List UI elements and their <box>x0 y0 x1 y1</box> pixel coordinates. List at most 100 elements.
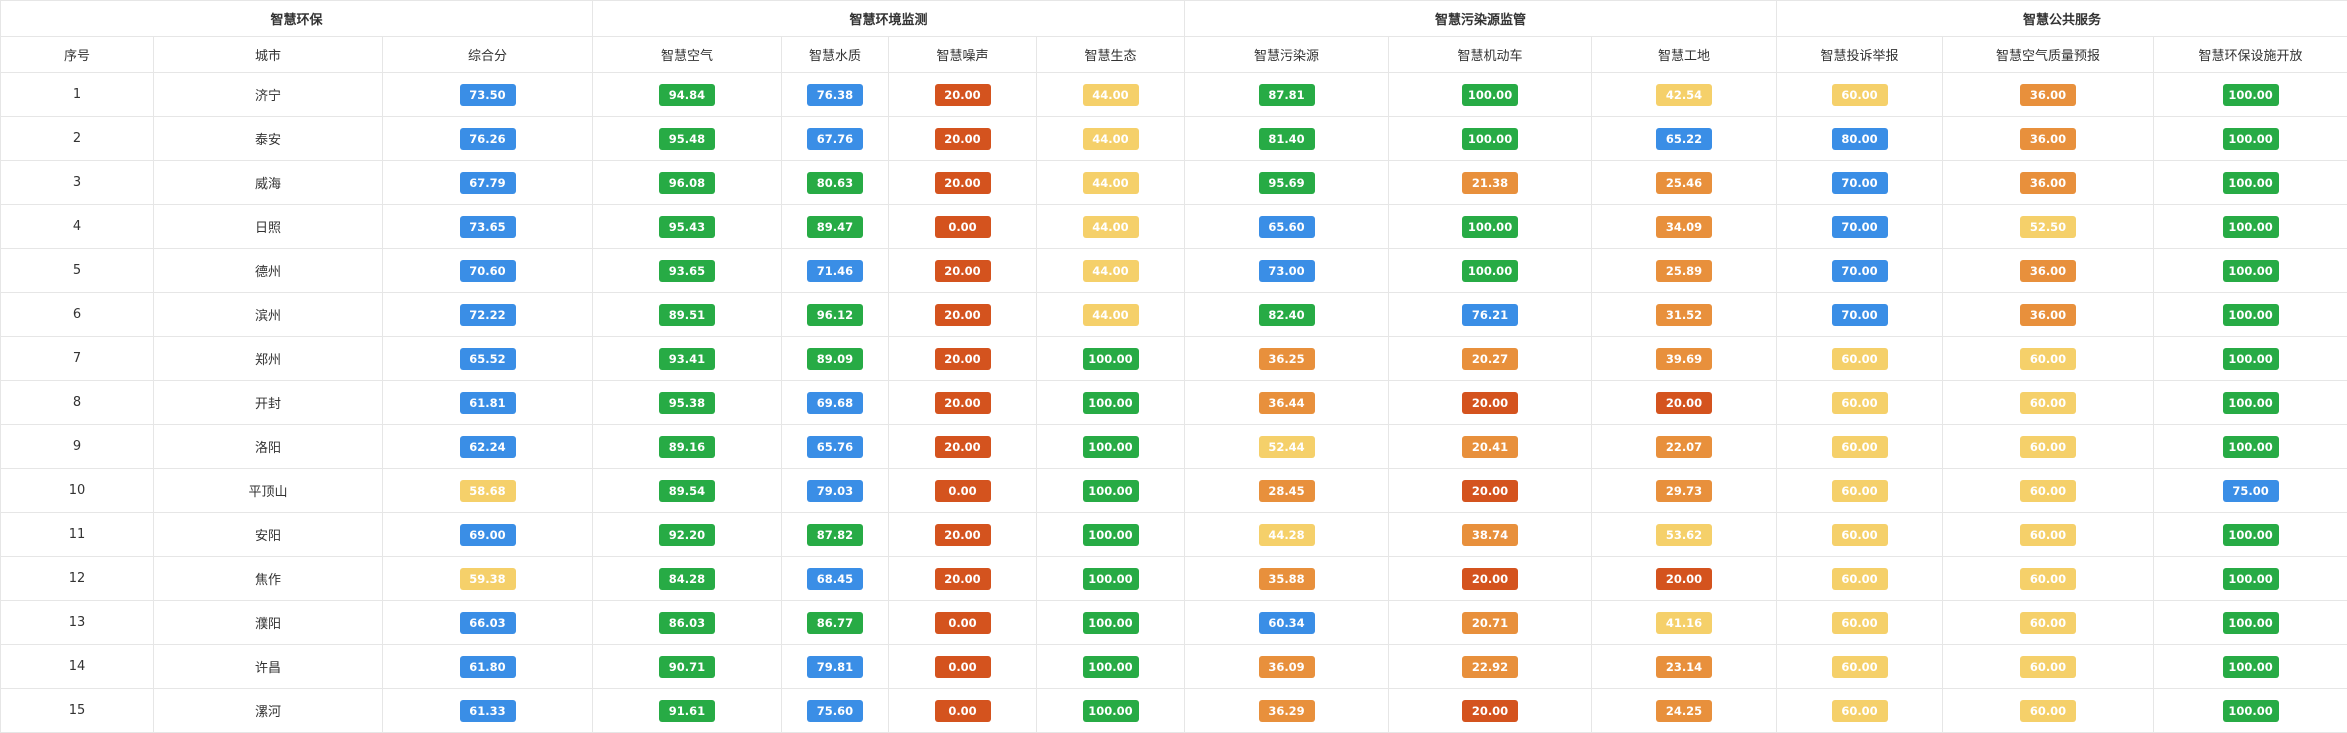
score-cell: 60.00 <box>1776 468 1944 513</box>
score-cell: 79.81 <box>781 644 889 689</box>
score-cell: 73.65 <box>382 204 593 249</box>
score-badge: 89.47 <box>807 215 863 238</box>
column-header[interactable]: 智慧投诉举报 <box>1776 36 1944 73</box>
score-badge: 89.51 <box>659 303 715 326</box>
score-cell: 70.00 <box>1776 160 1944 205</box>
column-header[interactable]: 智慧水质 <box>781 36 889 73</box>
score-badge: 0.00 <box>934 215 991 238</box>
column-header[interactable]: 智慧污染源 <box>1184 36 1390 73</box>
score-cell: 76.38 <box>781 72 889 117</box>
score-cell: 60.00 <box>1942 644 2155 689</box>
row-number: 2 <box>0 116 154 161</box>
score-cell: 94.84 <box>592 72 782 117</box>
score-cell: 24.25 <box>1591 688 1778 733</box>
score-cell: 100.00 <box>1035 644 1186 689</box>
score-cell: 0.00 <box>888 644 1037 689</box>
score-cell: 36.25 <box>1184 336 1390 381</box>
group-header: 智慧环境监测 <box>591 0 1186 37</box>
column-header[interactable]: 智慧机动车 <box>1388 36 1593 73</box>
column-header[interactable]: 智慧生态 <box>1035 36 1186 73</box>
score-badge: 36.00 <box>2020 127 2077 150</box>
score-cell: 100.00 <box>2153 556 2347 601</box>
score-badge: 20.41 <box>1462 435 1519 458</box>
score-badge: 100.00 <box>2222 391 2279 414</box>
score-badge: 20.00 <box>1656 567 1713 590</box>
score-cell: 60.00 <box>1942 380 2155 425</box>
score-cell: 20.00 <box>1388 380 1593 425</box>
score-cell: 67.79 <box>382 160 593 205</box>
score-cell: 60.00 <box>1942 424 2155 469</box>
city-name: 焦作 <box>153 556 383 601</box>
score-badge: 36.00 <box>2020 303 2077 326</box>
table-row: 13 濮阳 66.03 86.03 86.77 0.00 100.00 60.34 20.71 4… <box>0 600 2347 645</box>
score-cell: 100.00 <box>2153 292 2347 337</box>
score-cell: 0.00 <box>888 688 1037 733</box>
score-cell: 20.00 <box>888 336 1037 381</box>
score-cell: 0.00 <box>888 204 1037 249</box>
city-name: 郑州 <box>153 336 383 381</box>
score-badge: 100.00 <box>2222 259 2279 282</box>
score-badge: 36.00 <box>2020 259 2077 282</box>
score-badge: 93.65 <box>659 259 715 282</box>
column-header[interactable]: 智慧噪声 <box>888 36 1037 73</box>
city-name: 泰安 <box>153 116 383 161</box>
column-header[interactable]: 综合分 <box>382 36 593 73</box>
score-cell: 20.00 <box>888 380 1037 425</box>
city-name: 许昌 <box>153 644 383 689</box>
score-cell: 93.41 <box>592 336 782 381</box>
score-badge: 20.00 <box>1462 479 1519 502</box>
column-header[interactable]: 城市 <box>153 36 383 73</box>
column-header[interactable]: 智慧空气 <box>592 36 782 73</box>
score-cell: 20.00 <box>888 424 1037 469</box>
score-badge: 70.00 <box>1831 259 1888 282</box>
score-cell: 23.14 <box>1591 644 1778 689</box>
column-header[interactable]: 智慧环保设施开放 <box>2153 36 2347 73</box>
column-header[interactable]: 智慧空气质量预报 <box>1942 36 2155 73</box>
score-badge: 89.54 <box>659 479 715 502</box>
score-cell: 95.38 <box>592 380 782 425</box>
score-badge: 20.71 <box>1462 611 1519 634</box>
row-number: 13 <box>0 600 154 645</box>
score-cell: 20.00 <box>1591 556 1778 601</box>
score-badge: 41.16 <box>1656 611 1713 634</box>
score-cell: 65.22 <box>1591 116 1778 161</box>
score-cell: 82.40 <box>1184 292 1390 337</box>
score-badge: 67.76 <box>807 127 863 150</box>
score-cell: 20.00 <box>888 72 1037 117</box>
score-badge: 44.00 <box>1082 303 1139 326</box>
score-cell: 73.00 <box>1184 248 1390 293</box>
score-badge: 20.00 <box>934 567 991 590</box>
city-name: 济宁 <box>153 72 383 117</box>
score-badge: 86.03 <box>659 611 715 634</box>
score-cell: 60.00 <box>1776 688 1944 733</box>
score-cell: 36.00 <box>1942 248 2155 293</box>
score-cell: 65.60 <box>1184 204 1390 249</box>
score-cell: 100.00 <box>1035 556 1186 601</box>
score-cell: 60.00 <box>1776 72 1944 117</box>
row-number: 15 <box>0 688 154 733</box>
score-cell: 35.88 <box>1184 556 1390 601</box>
column-header[interactable]: 序号 <box>0 36 154 73</box>
score-badge: 60.00 <box>1831 479 1888 502</box>
score-badge: 60.00 <box>2020 567 2077 590</box>
column-header[interactable]: 智慧工地 <box>1591 36 1778 73</box>
score-badge: 65.60 <box>1258 215 1315 238</box>
score-cell: 100.00 <box>1035 600 1186 645</box>
score-badge: 80.00 <box>1831 127 1888 150</box>
city-name: 滨州 <box>153 292 383 337</box>
score-cell: 69.00 <box>382 512 593 557</box>
score-badge: 60.00 <box>2020 391 2077 414</box>
score-badge: 60.00 <box>2020 655 2077 678</box>
score-badge: 36.44 <box>1258 391 1315 414</box>
score-badge: 100.00 <box>2222 83 2279 106</box>
table-row: 8 开封 61.81 95.38 69.68 20.00 100.00 36.44 20.00 2… <box>0 380 2347 425</box>
score-badge: 22.92 <box>1462 655 1519 678</box>
score-badge: 70.60 <box>459 259 516 282</box>
score-badge: 36.00 <box>2020 83 2077 106</box>
score-cell: 71.46 <box>781 248 889 293</box>
score-cell: 20.71 <box>1388 600 1593 645</box>
score-badge: 60.00 <box>1831 567 1888 590</box>
score-cell: 0.00 <box>888 600 1037 645</box>
row-number: 14 <box>0 644 154 689</box>
score-cell: 89.54 <box>592 468 782 513</box>
